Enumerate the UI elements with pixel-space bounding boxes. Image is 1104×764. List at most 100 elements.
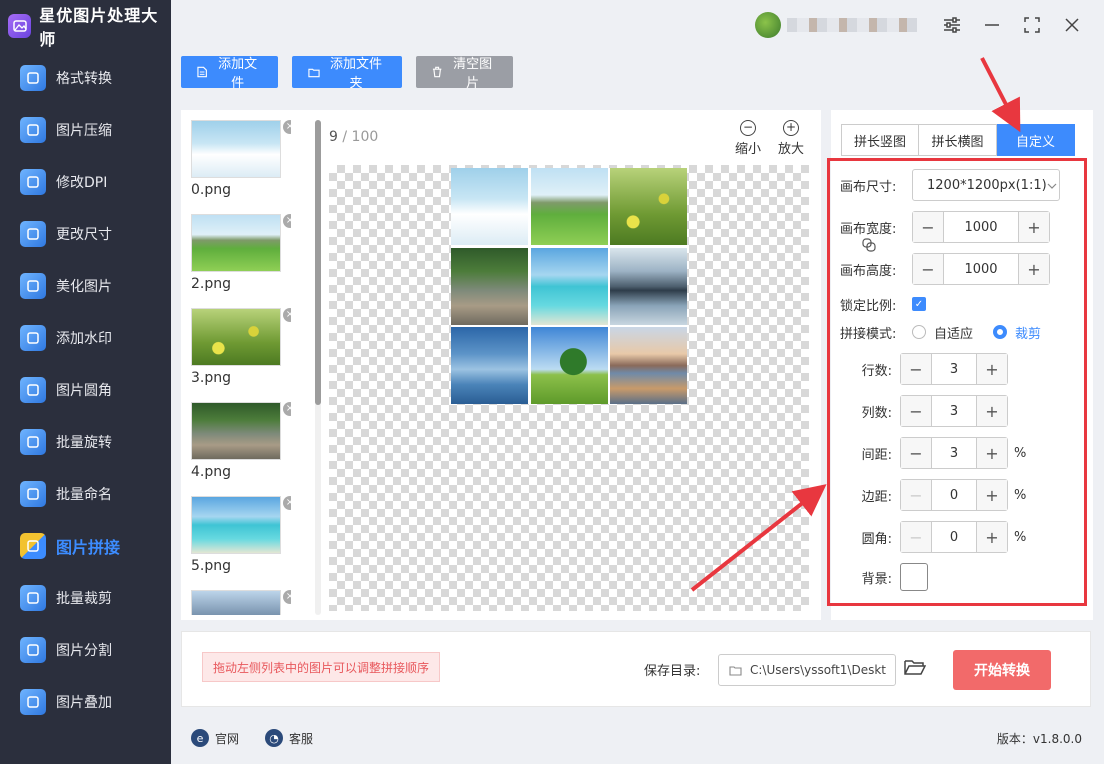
- radius-increment[interactable]: +: [977, 522, 1007, 552]
- file-thumb-item[interactable]: × 5.png: [191, 496, 291, 590]
- file-thumb-image[interactable]: [191, 496, 281, 554]
- sidebar-item-5[interactable]: 添加水印: [0, 312, 171, 364]
- start-convert-button[interactable]: 开始转换: [953, 650, 1051, 690]
- canvas-width-stepper[interactable]: − 1000 +: [912, 211, 1050, 243]
- margin-decrement[interactable]: −: [901, 480, 931, 510]
- clear-images-button[interactable]: 清空图片: [416, 56, 513, 91]
- file-thumb-item[interactable]: ×: [191, 590, 291, 615]
- sidebar-item-12[interactable]: 图片叠加: [0, 676, 171, 728]
- cols-value[interactable]: 3: [931, 396, 977, 426]
- gap-value[interactable]: 3: [931, 438, 977, 468]
- gap-increment[interactable]: +: [977, 438, 1007, 468]
- margin-increment[interactable]: +: [977, 480, 1007, 510]
- add-folder-button[interactable]: 添加文件夹: [292, 56, 402, 91]
- background-color-picker[interactable]: [900, 563, 928, 591]
- canvas-height-increment[interactable]: +: [1019, 254, 1049, 284]
- file-list-scrollbar[interactable]: [315, 120, 321, 615]
- file-thumb-item[interactable]: × 0.png: [191, 120, 291, 214]
- sidebar-item-2[interactable]: 修改DPI: [0, 156, 171, 208]
- minimize-icon[interactable]: [979, 12, 1005, 38]
- image-total: 100: [351, 129, 379, 145]
- file-name: 0.png: [191, 182, 232, 198]
- zoom-in-button[interactable]: + 放大: [771, 120, 811, 157]
- gap-stepper[interactable]: − 3 +: [900, 437, 1008, 469]
- mode-fit-label[interactable]: 自适应: [934, 323, 973, 342]
- radius-value[interactable]: 0: [931, 522, 977, 552]
- file-thumb-image[interactable]: [191, 308, 281, 366]
- remove-file-icon[interactable]: ×: [283, 496, 291, 510]
- cols-stepper[interactable]: − 3 +: [900, 395, 1008, 427]
- preview-canvas[interactable]: [329, 165, 809, 611]
- sidebar-item-11[interactable]: 图片分割: [0, 624, 171, 676]
- sidebar-item-10[interactable]: 批量裁剪: [0, 572, 171, 624]
- open-folder-icon[interactable]: [904, 658, 930, 682]
- tab-horizontal[interactable]: 拼长横图: [919, 124, 997, 156]
- settings-sliders-icon[interactable]: [939, 12, 965, 38]
- file-thumb-image[interactable]: [191, 120, 281, 178]
- cols-decrement[interactable]: −: [901, 396, 931, 426]
- support-link[interactable]: ◔ 客服: [265, 729, 313, 747]
- file-list[interactable]: × 0.png × 2.png × 3.png × 4.png × 5.png ×: [191, 120, 291, 615]
- cols-increment[interactable]: +: [977, 396, 1007, 426]
- canvas-height-value[interactable]: 1000: [943, 254, 1019, 284]
- cols-label: 列数:: [861, 405, 892, 421]
- sidebar-item-8[interactable]: 批量命名: [0, 468, 171, 520]
- canvas-height-stepper[interactable]: − 1000 +: [912, 253, 1050, 285]
- add-folder-label: 添加文件夹: [329, 57, 382, 91]
- file-thumb-image[interactable]: [191, 402, 281, 460]
- file-thumb-item[interactable]: × 4.png: [191, 402, 291, 496]
- website-link[interactable]: e 官网: [191, 729, 239, 747]
- add-file-button[interactable]: 添加文件: [181, 56, 278, 91]
- margin-stepper[interactable]: − 0 +: [900, 479, 1008, 511]
- tab-custom[interactable]: 自定义: [997, 124, 1075, 156]
- file-thumb-item[interactable]: × 2.png: [191, 214, 291, 308]
- rows-value[interactable]: 3: [931, 354, 977, 384]
- canvas-height-decrement[interactable]: −: [913, 254, 943, 284]
- split-icon: [20, 637, 46, 663]
- file-thumb-image[interactable]: [191, 214, 281, 272]
- lock-ratio-checkbox[interactable]: ✓: [912, 297, 926, 311]
- grid-tile: [530, 168, 608, 245]
- save-path-input[interactable]: C:\Users\yssoft1\Deskt: [718, 654, 896, 686]
- rows-decrement[interactable]: −: [901, 354, 931, 384]
- annotation-arrow-top: [980, 57, 1021, 133]
- margin-value[interactable]: 0: [931, 480, 977, 510]
- mode-fit-radio[interactable]: [912, 325, 926, 339]
- canvas-width-increment[interactable]: +: [1019, 212, 1049, 242]
- sidebar-item-4[interactable]: 美化图片: [0, 260, 171, 312]
- sidebar-item-1[interactable]: 图片压缩: [0, 104, 171, 156]
- zoom-out-button[interactable]: − 缩小: [728, 120, 768, 157]
- grid-tile: [530, 327, 608, 404]
- canvas-size-select[interactable]: 1200*1200px(1:1): [912, 169, 1060, 201]
- rows-increment[interactable]: +: [977, 354, 1007, 384]
- support-label: 客服: [289, 731, 314, 746]
- sidebar-item-6[interactable]: 图片圆角: [0, 364, 171, 416]
- remove-file-icon[interactable]: ×: [283, 120, 291, 134]
- canvas-width-value[interactable]: 1000: [943, 212, 1019, 242]
- radius-decrement[interactable]: −: [901, 522, 931, 552]
- close-icon[interactable]: [1059, 12, 1085, 38]
- sidebar-item-label: 图片圆角: [56, 383, 112, 399]
- sidebar-item-9[interactable]: 图片拼接: [0, 520, 171, 572]
- footer: e 官网 ◔ 客服 版本：v1.8.0.0: [171, 714, 1104, 762]
- remove-file-icon[interactable]: ×: [283, 308, 291, 322]
- sidebar-item-7[interactable]: 批量旋转: [0, 416, 171, 468]
- avatar[interactable]: [755, 12, 781, 38]
- gap-decrement[interactable]: −: [901, 438, 931, 468]
- mode-crop-label[interactable]: 裁剪: [1015, 323, 1041, 342]
- remove-file-icon[interactable]: ×: [283, 402, 291, 416]
- file-thumb-image[interactable]: [191, 590, 281, 615]
- maximize-icon[interactable]: [1019, 12, 1045, 38]
- sidebar-item-3[interactable]: 更改尺寸: [0, 208, 171, 260]
- scrollbar-thumb[interactable]: [315, 120, 321, 405]
- file-thumb-item[interactable]: × 3.png: [191, 308, 291, 402]
- remove-file-icon[interactable]: ×: [283, 590, 291, 604]
- canvas-width-decrement[interactable]: −: [913, 212, 943, 242]
- remove-file-icon[interactable]: ×: [283, 214, 291, 228]
- user-account[interactable]: [755, 12, 917, 38]
- sidebar-item-0[interactable]: 格式转换: [0, 52, 171, 104]
- mode-crop-radio[interactable]: [993, 325, 1008, 339]
- radius-stepper[interactable]: − 0 +: [900, 521, 1008, 553]
- tab-vertical[interactable]: 拼长竖图: [841, 124, 919, 156]
- rows-stepper[interactable]: − 3 +: [900, 353, 1008, 385]
